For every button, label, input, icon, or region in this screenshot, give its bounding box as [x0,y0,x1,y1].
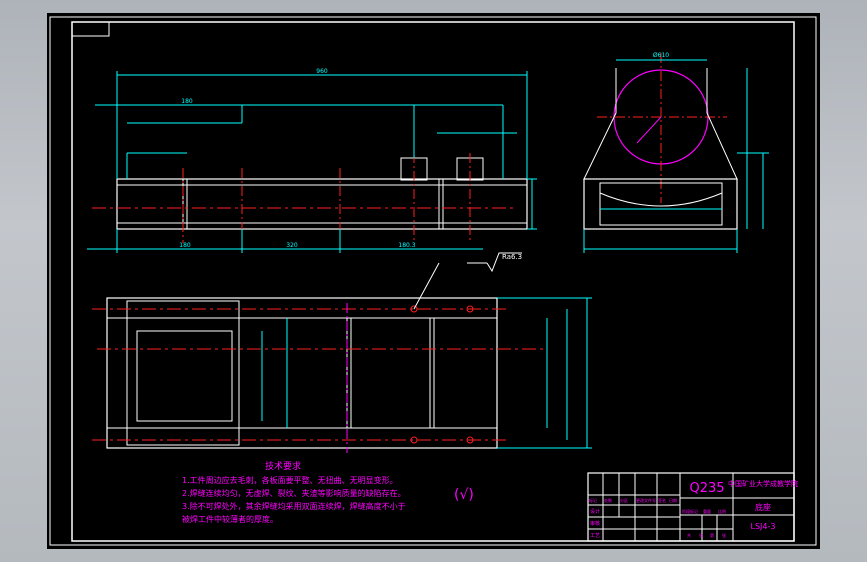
tb-review: 审核 [590,520,600,527]
tech-req-title: 技术要求 [265,460,301,472]
outer-border [49,16,817,546]
tb-weight: 重量 [703,508,711,514]
tech-req-line-3: 3.除不可焊处外，其余焊缝均采用双面连续焊，焊缝高度不小于 [182,501,406,511]
tech-req-line-2: 2.焊缝连续均匀，无虚焊、裂纹、夹渣等影响质量的缺陷存在。 [182,488,406,498]
tb-col-mark: 标记 [589,497,597,503]
tb-sheet: 张 [722,532,726,538]
plan-view [92,262,592,453]
tb-stage: 阶段标记 [682,508,698,514]
tb-col-count: 处数 [604,497,612,503]
dim-bottom-right: 180.3 [398,242,415,249]
surface-finish-mark: (√) [454,487,474,503]
tb-scale: 比例 [718,508,726,514]
tb-col-date: 日期 [669,497,677,503]
technical-requirements: 技术要求 1.工件周边应去毛刺，各板面要平整、无扭曲、无明显变形。 2.焊缝连续… [182,460,474,524]
side-view: Ø610 [583,52,769,253]
title-block: Q235 中国矿业大学成教学院 底座 LSJ4-3 设计 审核 工艺 标记 处数… [587,472,798,542]
tb-no: 第 [710,532,714,538]
tb-col-change: 更改文件号 [636,497,656,503]
tb-process: 工艺 [590,533,600,539]
front-view: 960 180 180 320 180.3 Ra6.3 [87,68,537,273]
tb-col-zone: 分区 [620,497,628,503]
dim-diameter: Ø610 [653,52,669,59]
dim-bottom-mid: 320 [286,242,298,249]
cad-drawing: 960 180 180 320 180.3 Ra6.3 Ø610 技术要求 1.… [49,16,817,546]
tb-design: 设计 [590,508,600,515]
dim-top-left: 180 [181,98,193,105]
school-name: 中国矿业大学成教学院 [728,479,798,488]
material-label: Q235 [689,481,724,496]
dim-overall-length: 960 [316,68,328,75]
roughness-note: Ra6.3 [502,253,522,261]
tech-req-line-1: 1.工件周边应去毛刺，各板面要平整、无扭曲、无明显变形。 [182,475,398,485]
tb-sheets: 张 [699,532,703,538]
corner-box [71,21,110,37]
tb-col-sign: 签名 [658,497,666,503]
dim-bottom-left: 180 [179,242,191,249]
part-name: 底座 [755,502,771,512]
drawing-number: LSJ4-3 [751,522,776,531]
app-window: 960 180 180 320 180.3 Ra6.3 Ø610 技术要求 1.… [0,0,867,562]
tb-total: 共 [687,532,691,538]
tech-req-line-4: 被焊工件中较薄者的厚度。 [182,514,278,524]
drawing-canvas[interactable]: 960 180 180 320 180.3 Ra6.3 Ø610 技术要求 1.… [47,13,820,549]
